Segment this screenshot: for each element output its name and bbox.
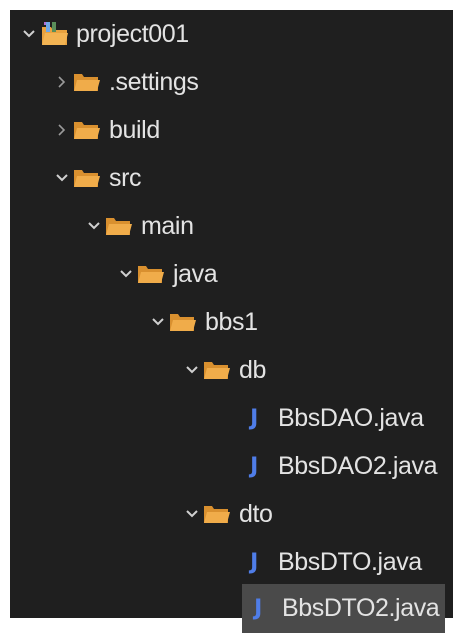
java-file-icon: J [250,549,258,575]
tree-item-build[interactable]: build [51,108,160,152]
tree-item-settings[interactable]: .settings [51,60,199,104]
tree-item-bbsdao2-java[interactable]: J BbsDAO2.java [242,444,437,488]
tree-item-src[interactable]: src [51,156,142,200]
tree-item-label: .settings [109,67,199,96]
tree-item-label: bbs1 [205,307,258,336]
chevron-down-icon[interactable] [181,492,203,536]
chevron-down-icon[interactable] [51,156,73,200]
tree-item-bbsdto-java[interactable]: J BbsDTO.java [242,540,422,584]
tree-item-label: java [173,259,218,288]
tree-item-bbsdto2-java[interactable]: J BbsDTO2.java [241,584,446,633]
chevron-right-icon[interactable] [51,108,73,152]
tree-item-bbsdao-java[interactable]: J BbsDAO.java [242,396,424,440]
tree-item-label: project001 [76,19,189,48]
chevron-down-icon[interactable] [115,252,137,296]
tree-item-label: BbsDTO.java [278,547,422,576]
chevron-down-icon[interactable] [83,204,105,248]
folder-open-icon [203,348,233,392]
java-file-icon: J [250,453,258,479]
chevron-down-icon[interactable] [181,348,203,392]
tree-item-label: BbsDAO.java [278,403,424,432]
tree-item-project001[interactable]: project001 [18,12,189,56]
tree-item-dto[interactable]: dto [181,492,273,536]
chevron-down-icon[interactable] [147,300,169,344]
tree-item-label: main [141,211,194,240]
chevron-down-icon[interactable] [18,12,40,56]
project-explorer-tree: project001 .settings build src main java… [10,10,453,633]
tree-item-label: build [109,115,160,144]
tree-item-label: src [109,163,142,192]
folder-open-icon [137,252,167,296]
tree-item-main[interactable]: main [83,204,194,248]
folder-open-icon [73,156,103,200]
tree-item-label: BbsDAO2.java [278,451,438,480]
tree-item-label: BbsDTO2.java [282,593,440,622]
tree-item-label: db [239,355,267,384]
folder-icon [73,60,103,104]
tree-item-label: dto [239,499,273,528]
java-file-icon: J [250,405,258,431]
tree-item-db[interactable]: db [181,348,266,392]
folder-open-icon [203,492,233,536]
java-file-icon: J [254,595,262,621]
folder-open-icon [169,300,199,344]
tree-item-java[interactable]: java [115,252,218,296]
project-folder-icon [40,12,70,56]
tree-item-bbs1[interactable]: bbs1 [147,300,258,344]
folder-icon [73,108,103,152]
chevron-right-icon[interactable] [51,60,73,104]
folder-open-icon [105,204,135,248]
